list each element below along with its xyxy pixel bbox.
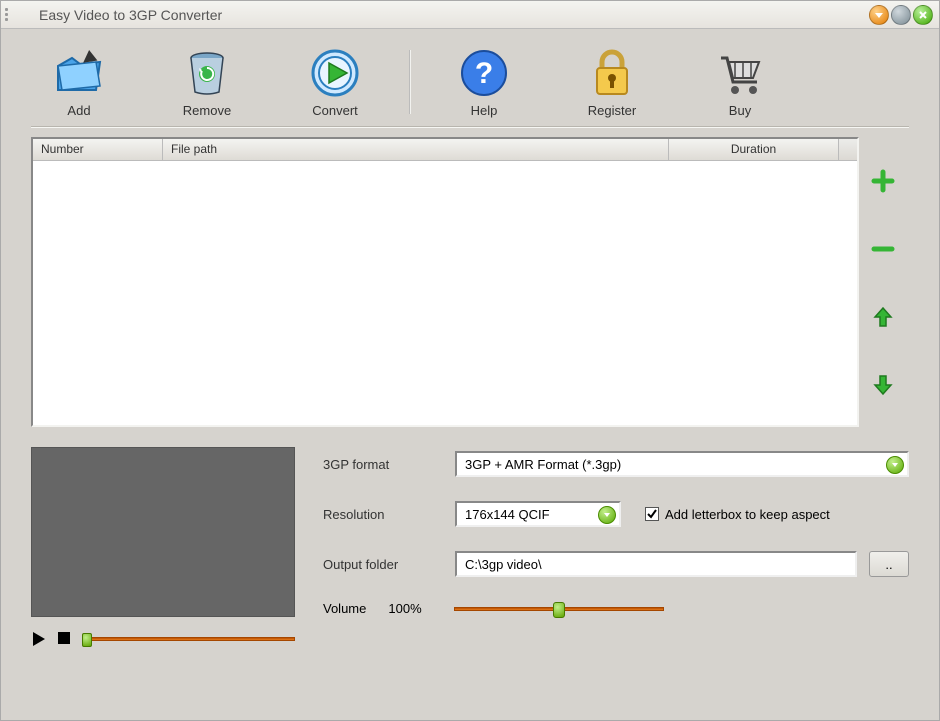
register-label: Register bbox=[588, 103, 636, 118]
stop-icon bbox=[57, 631, 71, 645]
add-button[interactable]: Add bbox=[39, 45, 119, 118]
chevron-down-icon bbox=[602, 510, 612, 520]
arrow-up-icon bbox=[871, 305, 895, 329]
list-move-up-button[interactable] bbox=[869, 303, 897, 331]
preview-area bbox=[31, 447, 295, 617]
format-dropdown-button[interactable] bbox=[886, 456, 904, 474]
resolution-value: 176x144 QCIF bbox=[465, 507, 550, 522]
window-title: Easy Video to 3GP Converter bbox=[17, 7, 869, 23]
column-number[interactable]: Number bbox=[33, 139, 163, 160]
list-add-button[interactable] bbox=[869, 167, 897, 195]
arrow-down-icon bbox=[874, 10, 884, 20]
folder-add-icon bbox=[51, 45, 107, 101]
buy-button[interactable]: Buy bbox=[700, 45, 780, 118]
remove-label: Remove bbox=[183, 103, 231, 118]
lock-icon bbox=[584, 45, 640, 101]
stop-button[interactable] bbox=[57, 631, 73, 647]
svg-text:?: ? bbox=[475, 57, 493, 90]
help-icon: ? bbox=[456, 45, 512, 101]
titlebar-handle bbox=[1, 1, 17, 28]
chevron-down-icon bbox=[890, 460, 900, 470]
column-filepath[interactable]: File path bbox=[163, 139, 669, 160]
browse-button[interactable]: .. bbox=[869, 551, 909, 577]
play-icon bbox=[31, 631, 47, 647]
arrow-down-icon bbox=[871, 373, 895, 397]
side-buttons bbox=[869, 137, 909, 427]
settings-column: 3GP format 3GP + AMR Format (*.3gp) Reso… bbox=[323, 447, 909, 647]
maximize-button[interactable] bbox=[891, 5, 911, 25]
file-list-body[interactable] bbox=[33, 161, 857, 425]
window-frame: Easy Video to 3GP Converter bbox=[0, 0, 940, 721]
volume-slider[interactable] bbox=[454, 607, 664, 611]
titlebar: Easy Video to 3GP Converter bbox=[1, 1, 939, 29]
minimize-button[interactable] bbox=[869, 5, 889, 25]
lower-panel: 3GP format 3GP + AMR Format (*.3gp) Reso… bbox=[31, 437, 909, 647]
cart-icon bbox=[712, 45, 768, 101]
toolbar-separator bbox=[409, 50, 410, 114]
close-icon bbox=[918, 10, 928, 20]
volume-label: Volume bbox=[323, 601, 366, 616]
content: Add Remove bbox=[1, 29, 939, 720]
play-button[interactable] bbox=[31, 631, 47, 647]
file-list-wrap: Number File path Duration bbox=[31, 137, 909, 427]
trash-icon bbox=[179, 45, 235, 101]
column-duration[interactable]: Duration bbox=[669, 139, 839, 160]
output-folder-value: C:\3gp video\ bbox=[465, 557, 542, 572]
format-combo[interactable]: 3GP + AMR Format (*.3gp) bbox=[455, 451, 909, 477]
resolution-combo[interactable]: 176x144 QCIF bbox=[455, 501, 621, 527]
add-label: Add bbox=[67, 103, 90, 118]
seek-thumb[interactable] bbox=[82, 633, 92, 647]
file-list[interactable]: Number File path Duration bbox=[31, 137, 859, 427]
minus-icon bbox=[871, 237, 895, 261]
title-controls bbox=[869, 5, 933, 25]
volume-value: 100% bbox=[388, 601, 421, 616]
seek-slider[interactable] bbox=[83, 637, 295, 641]
output-label: Output folder bbox=[323, 557, 443, 572]
close-button[interactable] bbox=[913, 5, 933, 25]
resolution-dropdown-button[interactable] bbox=[598, 506, 616, 524]
format-value: 3GP + AMR Format (*.3gp) bbox=[465, 457, 621, 472]
register-button[interactable]: Register bbox=[572, 45, 652, 118]
buy-label: Buy bbox=[729, 103, 751, 118]
browse-label: .. bbox=[885, 557, 892, 572]
help-label: Help bbox=[471, 103, 498, 118]
preview-controls bbox=[31, 631, 295, 647]
convert-label: Convert bbox=[312, 103, 358, 118]
help-button[interactable]: ? Help bbox=[444, 45, 524, 118]
letterbox-label: Add letterbox to keep aspect bbox=[665, 507, 830, 522]
file-list-header: Number File path Duration bbox=[33, 139, 857, 161]
play-circle-icon bbox=[307, 45, 363, 101]
output-folder-field[interactable]: C:\3gp video\ bbox=[455, 551, 857, 577]
resolution-label: Resolution bbox=[323, 507, 443, 522]
volume-thumb[interactable] bbox=[553, 602, 565, 618]
list-move-down-button[interactable] bbox=[869, 371, 897, 399]
format-label: 3GP format bbox=[323, 457, 443, 472]
letterbox-checkbox[interactable] bbox=[645, 507, 659, 521]
column-scroll-spacer bbox=[839, 139, 857, 160]
list-remove-button[interactable] bbox=[869, 235, 897, 263]
preview-column bbox=[31, 447, 295, 647]
convert-button[interactable]: Convert bbox=[295, 45, 375, 118]
toolbar: Add Remove bbox=[31, 41, 909, 127]
check-icon bbox=[646, 508, 658, 520]
plus-icon bbox=[871, 169, 895, 193]
remove-button[interactable]: Remove bbox=[167, 45, 247, 118]
